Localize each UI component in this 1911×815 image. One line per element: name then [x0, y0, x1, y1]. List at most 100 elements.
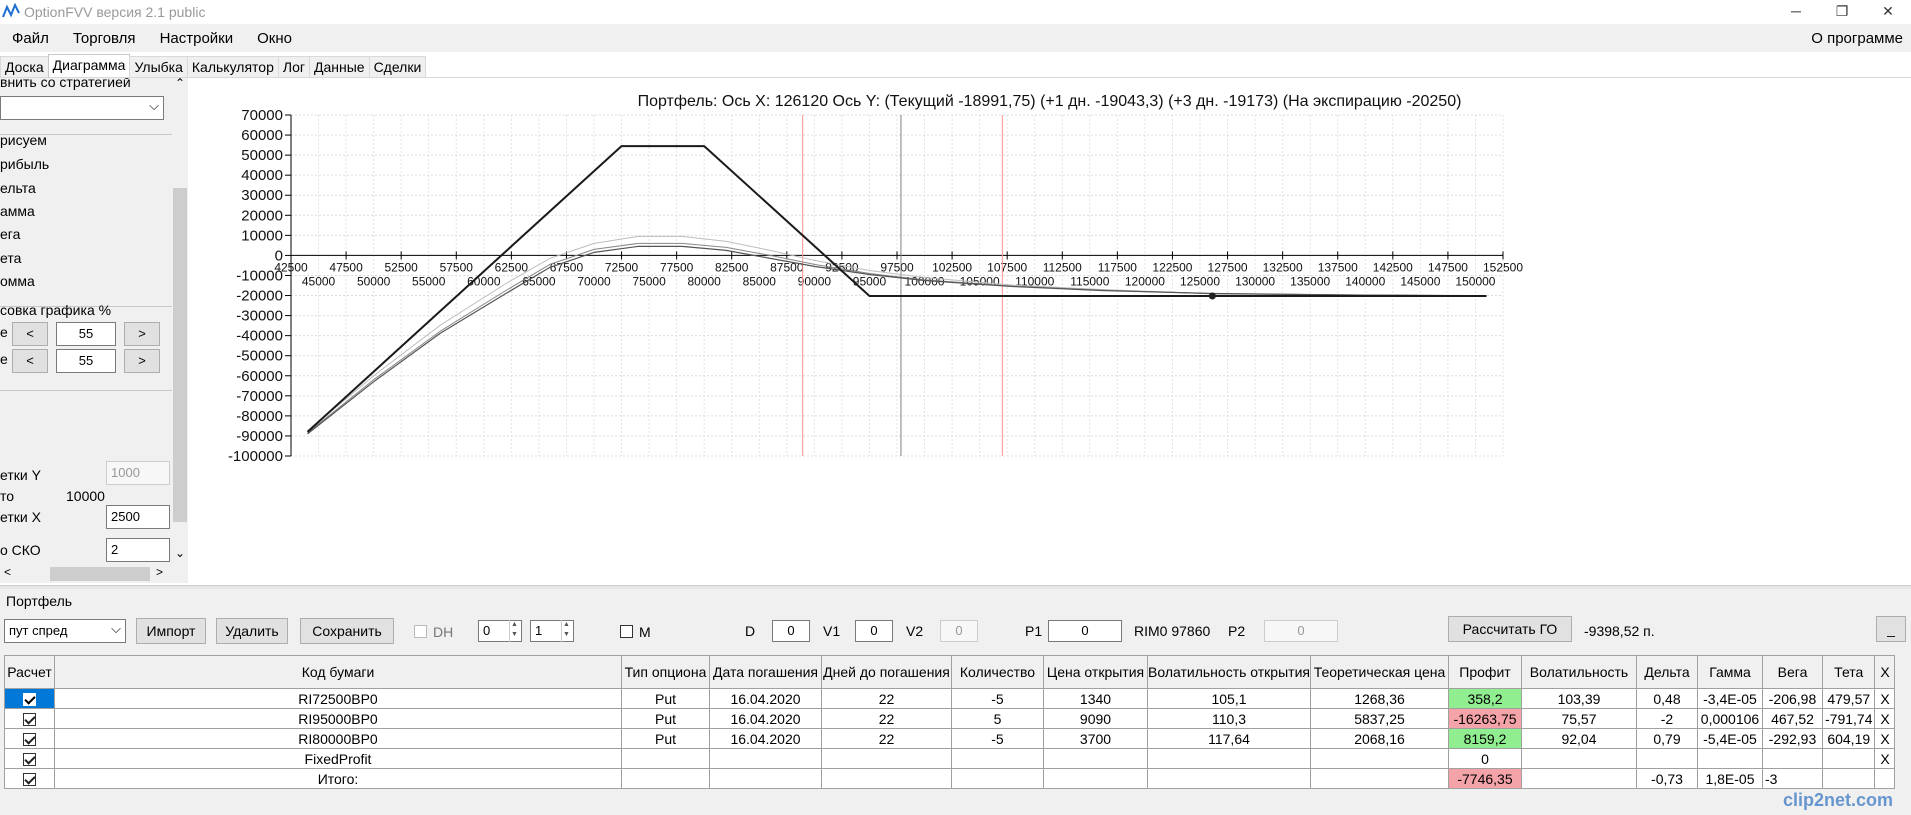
tab-deals[interactable]: Сделки: [368, 56, 427, 78]
x-tick-label-lower: 85000: [743, 274, 777, 288]
dh-checkbox[interactable]: [414, 625, 427, 638]
minimize-icon[interactable]: ─: [1773, 0, 1819, 24]
option-theta[interactable]: ета: [0, 250, 21, 266]
maximize-icon[interactable]: ❐: [1819, 0, 1865, 24]
import-button[interactable]: Импорт: [136, 618, 206, 644]
option-gamma[interactable]: амма: [0, 203, 35, 219]
cell-price[interactable]: 3700: [1043, 728, 1148, 749]
minimize-panel-button[interactable]: _: [1876, 616, 1906, 642]
cell-qty[interactable]: -5: [951, 728, 1044, 749]
delete-row-button[interactable]: X: [1874, 688, 1896, 709]
left-panel-hscrollbar[interactable]: < >: [0, 565, 172, 583]
delete-row-button[interactable]: X: [1874, 728, 1896, 749]
cell-price[interactable]: 1340: [1043, 688, 1148, 709]
tab-diagram[interactable]: Диаграмма: [47, 54, 131, 78]
scale-row1-input[interactable]: 55: [56, 322, 116, 346]
option-vomma[interactable]: омма: [0, 273, 35, 289]
option-profit[interactable]: рибыль: [0, 156, 49, 172]
cell-delta: -2: [1636, 708, 1698, 729]
col-header-vol[interactable]: Волатильность: [1521, 655, 1637, 689]
cell-profit[interactable]: 0: [1448, 748, 1522, 769]
col-header-vol-open[interactable]: Волатильность открытия: [1147, 655, 1311, 689]
compare-strategy-select[interactable]: [0, 95, 164, 120]
scale-row1-prev-button[interactable]: <: [12, 322, 48, 346]
delete-button[interactable]: Удалить: [216, 618, 288, 644]
col-header-qty[interactable]: Количество: [951, 655, 1044, 689]
calculate-go-button[interactable]: Рассчитать ГО: [1448, 616, 1572, 642]
cell-qty[interactable]: -5: [951, 688, 1044, 709]
v2-input[interactable]: 0: [940, 620, 978, 642]
delete-row-button[interactable]: X: [1874, 748, 1896, 769]
menu-window[interactable]: Окно: [245, 30, 304, 47]
menu-file[interactable]: Файл: [0, 30, 61, 47]
x-tick-label-upper: 122500: [1152, 260, 1192, 274]
sko-input[interactable]: 2: [106, 538, 170, 562]
tab-smile[interactable]: Улыбка: [129, 56, 188, 78]
table-row[interactable]: RI95000BP0 Put 16.04.2020 22 5 9090 110,…: [4, 708, 1896, 729]
tab-calculator[interactable]: Калькулятор: [186, 56, 279, 78]
col-header-calc[interactable]: Расчет: [4, 655, 55, 689]
tab-data[interactable]: Данные: [308, 56, 370, 78]
x-tick-label-upper: 117500: [1098, 260, 1137, 274]
scale-row1-next-button[interactable]: >: [124, 322, 160, 346]
tab-strip: Доска Диаграмма Улыбка Калькулятор Лог Д…: [0, 54, 427, 78]
col-header-gamma[interactable]: Гамма: [1697, 655, 1763, 689]
scale-row2-prev-button[interactable]: <: [12, 349, 48, 373]
col-header-days[interactable]: Дней до погашения: [821, 655, 952, 689]
d-input[interactable]: 0: [772, 620, 810, 642]
calc-checkbox[interactable]: [4, 728, 55, 749]
col-header-type[interactable]: Тип опциона: [621, 655, 710, 689]
p2-input[interactable]: 0: [1264, 620, 1338, 642]
m-checkbox[interactable]: [620, 625, 633, 638]
scale-row2-next-button[interactable]: >: [124, 349, 160, 373]
tab-board[interactable]: Доска: [0, 56, 49, 78]
v1-input[interactable]: 0: [855, 620, 893, 642]
table-row-fixed-profit[interactable]: FixedProfit 0 X: [4, 748, 1896, 769]
cell-profit: 8159,2: [1448, 728, 1522, 749]
grid-x-input[interactable]: 2500: [106, 505, 170, 529]
col-header-price[interactable]: Цена открытия: [1043, 655, 1148, 689]
col-header-vega[interactable]: Вега: [1762, 655, 1823, 689]
left-panel-vscrollbar[interactable]: ⌃ ⌄: [172, 78, 188, 583]
calc-checkbox[interactable]: [4, 708, 55, 729]
x-tick-label-lower: 75000: [632, 274, 666, 288]
save-button[interactable]: Сохранить: [300, 618, 394, 644]
payoff-chart[interactable]: 700006000050000400003000020000100000-100…: [188, 78, 1911, 583]
table-row[interactable]: RI72500BP0 Put 16.04.2020 22 -5 1340 105…: [4, 688, 1896, 709]
x-tick-label-lower: 120000: [1125, 274, 1165, 288]
scale-row2-label: е: [0, 351, 8, 367]
calc-checkbox[interactable]: [4, 688, 55, 709]
col-header-theo[interactable]: Теоретическая цена: [1310, 655, 1449, 689]
cell-vol: 103,39: [1521, 688, 1637, 709]
chart-area: Портфель: Ось X: 126120 Ось Y: (Текущий …: [188, 78, 1911, 583]
col-header-delta[interactable]: Дельта: [1636, 655, 1698, 689]
col-header-date[interactable]: Дата погашения: [709, 655, 822, 689]
d-label: D: [745, 623, 756, 639]
scale-row2-input[interactable]: 55: [56, 349, 116, 373]
dh-spin2-arrows[interactable]: [561, 620, 573, 642]
table-row[interactable]: RI80000BP0 Put 16.04.2020 22 -5 3700 117…: [4, 728, 1896, 749]
tab-log[interactable]: Лог: [277, 56, 310, 78]
option-delta[interactable]: ельта: [0, 180, 36, 196]
col-header-profit[interactable]: Профит: [1448, 655, 1522, 689]
calc-checkbox[interactable]: [4, 748, 55, 769]
grid-y-input[interactable]: 1000: [106, 461, 170, 485]
cell-days: 22: [821, 688, 952, 709]
close-icon[interactable]: ✕: [1865, 0, 1911, 24]
col-header-code[interactable]: Код бумаги: [54, 655, 622, 689]
calc-checkbox[interactable]: [4, 768, 55, 789]
menu-about[interactable]: О программе: [1811, 30, 1903, 47]
delete-row-button[interactable]: X: [1874, 708, 1896, 729]
cell-price[interactable]: 9090: [1043, 708, 1148, 729]
cell-qty[interactable]: 5: [951, 708, 1044, 729]
dh-spin1-arrows[interactable]: [509, 620, 521, 642]
col-header-x[interactable]: X: [1874, 655, 1896, 689]
cell-code: Итого:: [54, 768, 622, 789]
p1-input[interactable]: 0: [1048, 620, 1122, 642]
title-bar: OptionFVV версия 2.1 public ─ ❐ ✕: [0, 0, 1911, 24]
strategy-select[interactable]: пут спред: [4, 618, 126, 643]
col-header-theta[interactable]: Тета: [1821, 655, 1876, 689]
menu-settings[interactable]: Настройки: [148, 30, 246, 47]
menu-trade[interactable]: Торговля: [61, 30, 148, 47]
option-vega[interactable]: ега: [0, 226, 20, 242]
